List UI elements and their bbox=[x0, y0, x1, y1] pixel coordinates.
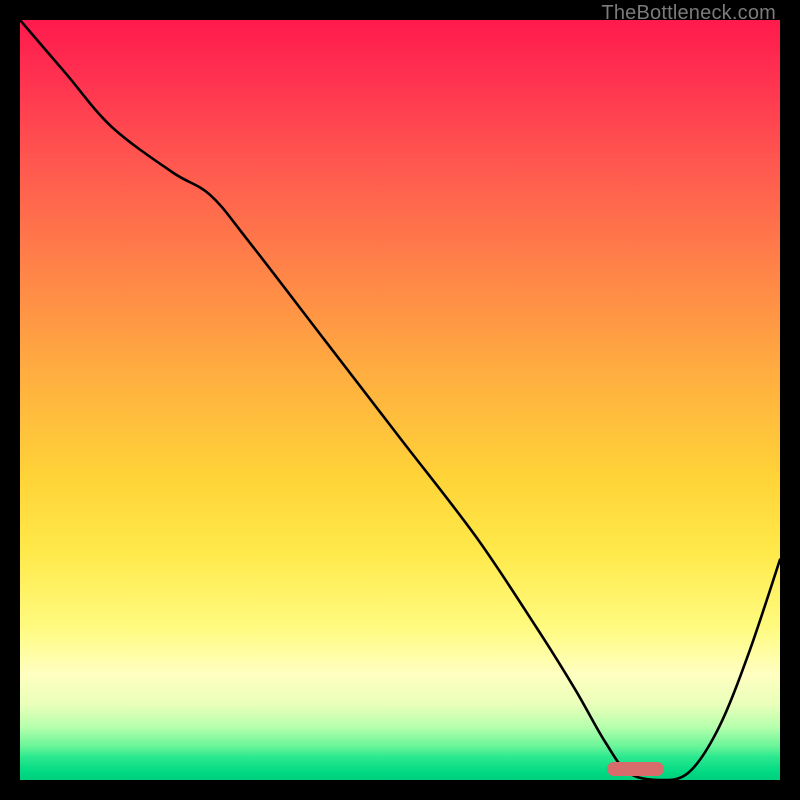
bottleneck-curve bbox=[20, 20, 780, 780]
chart-frame: TheBottleneck.com bbox=[20, 20, 780, 780]
optimum-marker bbox=[607, 762, 663, 776]
plot-area bbox=[20, 20, 780, 780]
